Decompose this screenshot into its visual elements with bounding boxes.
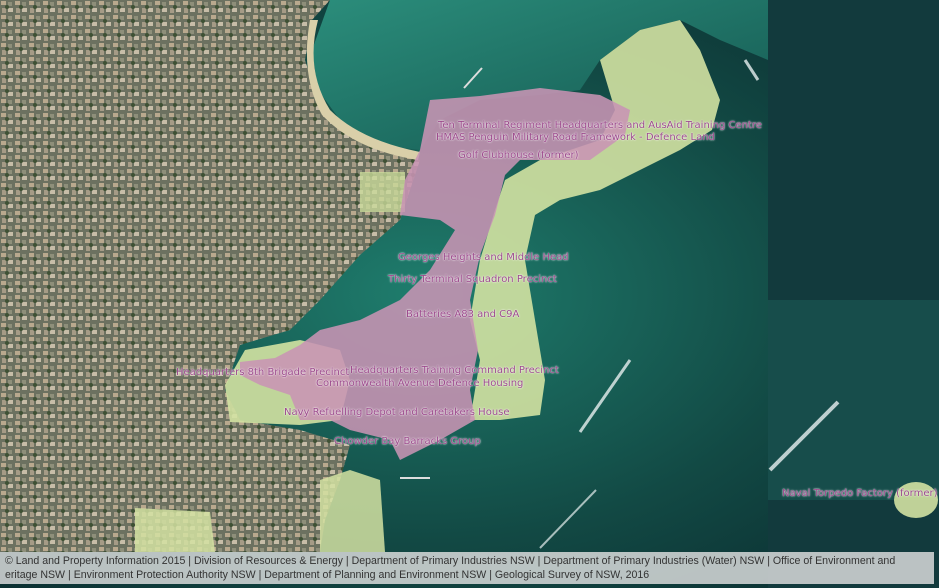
label-chowder-bay[interactable]: Chowder Bay Barracks Group (334, 436, 481, 447)
label-commonwealth-ave[interactable]: Commonwealth Avenue Defence Housing (316, 378, 523, 389)
ocean-strip-shallow (768, 300, 939, 500)
label-hmas-penguin[interactable]: HMAS Penguin (436, 132, 508, 143)
attribution-line-2: eritage NSW | Environment Protection Aut… (5, 569, 650, 581)
attribution-line-1: © Land and Property Information 2015 | D… (5, 555, 896, 567)
label-golf-clubhouse[interactable]: Golf Clubhouse (former) (458, 150, 579, 161)
green-area-sw (135, 508, 215, 552)
label-naval-torpedo[interactable]: Naval Torpedo Factory (former) (782, 488, 937, 499)
label-military-road[interactable]: Military Road Framework - Defence Land (512, 132, 715, 143)
map-attribution: © Land and Property Information 2015 | D… (0, 552, 934, 584)
green-area-south (320, 470, 385, 552)
green-area-mid (360, 172, 405, 212)
label-navy-refuelling[interactable]: Navy Refuelling Depot and Caretakers Hou… (284, 407, 510, 418)
label-ten-terminal[interactable]: Ten Terminal Regiment Headquarters and A… (438, 120, 762, 131)
label-hq-training[interactable]: Headquarters Training Command Precinct (350, 365, 559, 376)
label-batteries[interactable]: Batteries A83 and C9A (406, 309, 519, 320)
label-hq-8th-brigade[interactable]: Headquarters 8th Brigade Precinct (176, 367, 349, 378)
map-canvas[interactable] (0, 0, 939, 588)
label-thirty-terminal[interactable]: Thirty Terminal Squadron Precinct (388, 274, 557, 285)
label-georges-heights[interactable]: Georges Heights and Middle Head (398, 252, 569, 263)
